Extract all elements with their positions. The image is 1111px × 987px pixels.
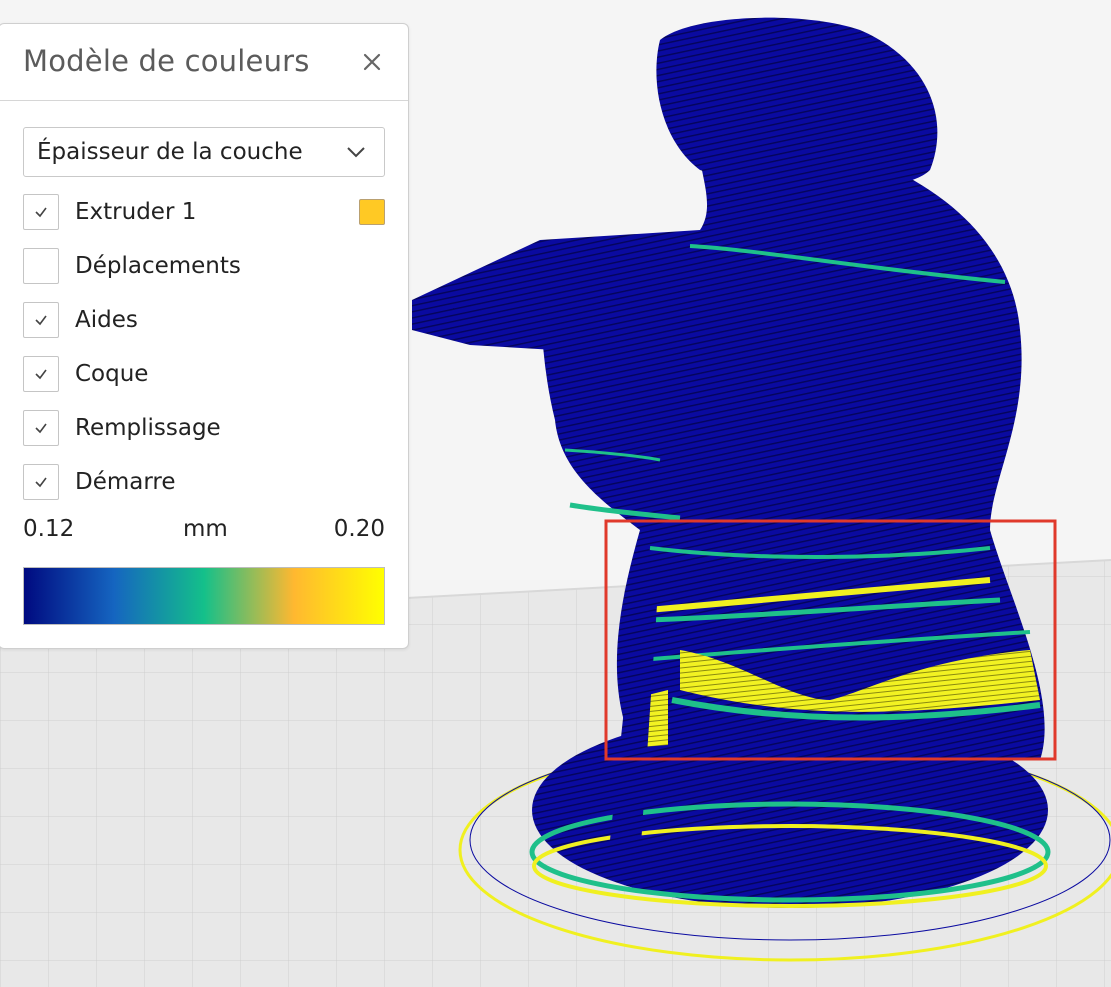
starts-checkbox[interactable] [23,464,59,500]
option-label: Extruder 1 [75,199,197,225]
shell-checkbox[interactable] [23,356,59,392]
panel-title: Modèle de couleurs [23,44,310,78]
option-label: Remplissage [75,415,221,441]
option-label: Aides [75,307,138,333]
legend-range: 0.12 mm 0.20 [23,516,385,546]
travels-checkbox[interactable] [23,248,59,284]
check-icon [35,369,47,380]
option-infill[interactable]: Remplissage [23,409,385,447]
panel-header: Modèle de couleurs [0,24,408,101]
legend-min: 0.12 [23,516,75,542]
legend-gradient-bar [23,567,385,625]
legend-unit: mm [183,516,228,542]
extruder-1-checkbox[interactable] [23,194,59,230]
color-scheme-panel: Modèle de couleurs Épaisseur de la couch… [0,23,409,649]
color-scheme-value: Épaisseur de la couche [37,139,303,165]
check-icon [35,315,47,326]
helpers-checkbox[interactable] [23,302,59,338]
close-button[interactable] [356,46,388,78]
legend-max: 0.20 [333,516,385,542]
chevron-down-icon [347,147,365,158]
check-icon [35,423,47,434]
option-starts[interactable]: Démarre [23,463,385,501]
option-helpers[interactable]: Aides [23,301,385,339]
check-icon [35,207,47,218]
option-travels[interactable]: Déplacements [23,247,385,285]
option-shell[interactable]: Coque [23,355,385,393]
check-icon [35,477,47,488]
extruder-color-swatch [359,199,385,225]
close-icon [363,53,381,71]
color-scheme-dropdown[interactable]: Épaisseur de la couche [23,127,385,177]
option-label: Coque [75,361,149,387]
infill-checkbox[interactable] [23,410,59,446]
option-label: Démarre [75,469,176,495]
option-label: Déplacements [75,253,241,279]
option-extruder-1[interactable]: Extruder 1 [23,193,385,231]
